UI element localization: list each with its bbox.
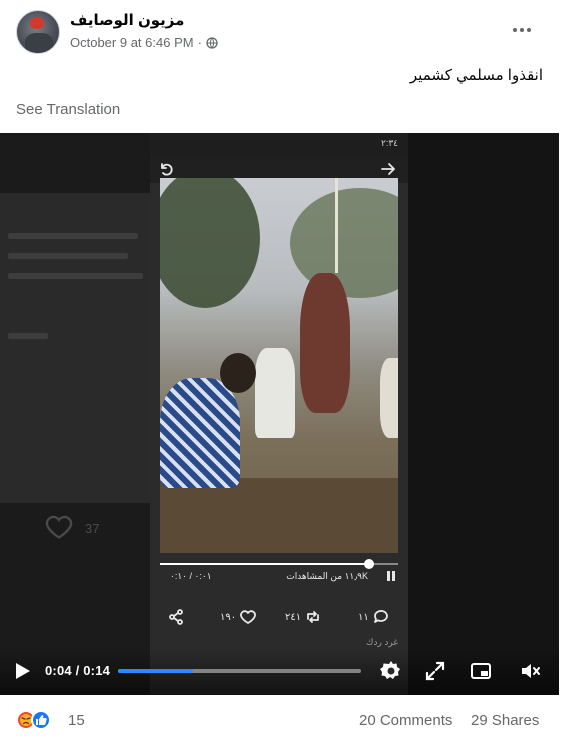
share-icon — [169, 609, 183, 625]
phone-time: ٠:٠١ / ٠:١٠ — [170, 571, 212, 581]
shares-count[interactable]: 29 Shares — [471, 712, 539, 729]
phone-replies: ١١ — [358, 609, 389, 625]
phone-likes-count: ١٩٠ — [220, 611, 237, 623]
repost-icon — [307, 611, 320, 623]
phone-controls: ٠:٠١ / ٠:١٠ ١١٫٩K من المشاهدات — [150, 571, 408, 593]
arrow-right-icon — [381, 163, 395, 175]
video-controls: 0:04 / 0:14 — [0, 648, 559, 695]
video-frame — [160, 178, 398, 553]
heart-icon — [240, 610, 257, 624]
fullscreen-icon[interactable] — [423, 659, 447, 683]
phone-status-bar: ٢:٣٤ — [150, 133, 408, 155]
phone-status-time: ٢:٣٤ — [380, 138, 398, 148]
phone-actions: ١٩٠ ٢٤١ ١١ — [150, 603, 408, 633]
play-icon[interactable] — [10, 659, 34, 683]
phone-replies-count: ١١ — [358, 611, 369, 623]
comment-bubble-icon — [373, 610, 388, 623]
more-options-icon[interactable] — [508, 20, 536, 40]
pause-icon — [387, 571, 395, 581]
mute-icon[interactable] — [518, 659, 542, 683]
background-document — [0, 193, 150, 503]
phone-reposts-count: ٢٤١ — [285, 611, 302, 623]
video-progress-bar[interactable] — [118, 669, 361, 673]
post-header: مزيون الوصايف October 9 at 6:46 PM · — [0, 0, 563, 60]
post-footer: 15 20 Comments 29 Shares — [0, 702, 563, 738]
reaction-count[interactable]: 15 — [68, 712, 85, 729]
see-translation-link[interactable]: See Translation — [16, 101, 120, 118]
meta-separator: · — [197, 35, 202, 50]
video-progress-fill — [118, 669, 194, 673]
phone-reply-caption: غرد ردك — [366, 637, 398, 647]
globe-icon — [206, 36, 218, 49]
post-timestamp[interactable]: October 9 at 6:46 PM — [70, 35, 194, 50]
avatar-figure — [25, 33, 53, 53]
background-like-icon — [45, 515, 73, 539]
rotate-icon — [161, 163, 173, 176]
picture-in-picture-icon[interactable] — [469, 659, 493, 683]
post-text: انقذوا مسلمي كشمير — [409, 67, 543, 84]
phone-views: ١١٫٩K من المشاهدات — [286, 571, 368, 581]
phone-share — [168, 609, 184, 625]
post-meta: October 9 at 6:46 PM · — [70, 35, 218, 50]
video-player[interactable]: 37 ٢:٣٤ ٠:٠١ / ٠:١٠ ١١٫٩K من المشاهدات ١… — [0, 133, 559, 695]
background-screenshot-left: 37 — [0, 133, 150, 695]
background-like-count: 37 — [85, 521, 100, 536]
like-reaction-icon — [31, 710, 51, 730]
comments-count[interactable]: 20 Comments — [359, 712, 452, 729]
phone-likes: ١٩٠ — [220, 609, 257, 625]
settings-icon[interactable] — [379, 659, 403, 683]
avatar-badge — [30, 17, 44, 29]
phone-seek-bar — [160, 557, 398, 571]
video-time: 0:04 / 0:14 — [45, 663, 111, 678]
avatar[interactable] — [16, 10, 60, 54]
author-name[interactable]: مزيون الوصايف — [70, 11, 184, 29]
embedded-phone-screen: ٢:٣٤ ٠:٠١ / ٠:١٠ ١١٫٩K من المشاهدات ١٩٠ … — [150, 133, 408, 695]
facebook-post: مزيون الوصايف October 9 at 6:46 PM · انق… — [0, 0, 563, 740]
background-screenshot-right — [408, 133, 559, 695]
phone-reposts: ٢٤١ — [285, 609, 321, 625]
reaction-icons[interactable] — [16, 710, 51, 730]
